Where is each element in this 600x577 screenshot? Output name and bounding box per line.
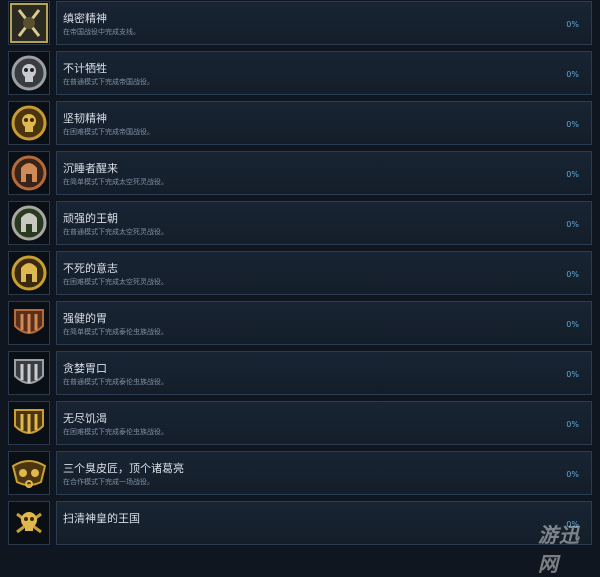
achievement-panel: 强健的胃 在简单模式下完成泰伦虫族战役。 0% — [56, 301, 592, 345]
achievement-percent: 0% — [566, 70, 579, 79]
achievement-percent: 0% — [566, 270, 579, 279]
achievement-title: 沉睡者醒来 — [63, 162, 118, 175]
achievement-percent: 0% — [566, 470, 579, 479]
achievement-description: 在普通模式下完成太空死灵战役。 — [63, 228, 168, 236]
achievement-description: 在困难模式下完成太空死灵战役。 — [63, 278, 168, 286]
achievement-row[interactable]: 贪婪胃口 在普通模式下完成泰伦虫族战役。 0% — [0, 350, 600, 396]
achievement-percent: 0% — [566, 170, 579, 179]
achievement-row[interactable]: 三个臭皮匠，顶个诸葛亮 在合作模式下完成一场战役。 0% — [0, 450, 600, 496]
achievement-title: 顽强的王朝 — [63, 212, 118, 225]
achievement-row[interactable]: 无尽饥渴 在困难模式下完成泰伦虫族战役。 0% — [0, 400, 600, 446]
achievement-description: 在简单模式下完成泰伦虫族战役。 — [63, 328, 168, 336]
gold-helmet-emblem-icon — [8, 251, 50, 295]
achievement-row[interactable]: 顽强的王朝 在普通模式下完成太空死灵战役。 0% — [0, 200, 600, 246]
achievement-description: 在帝国战役中完成支线。 — [63, 28, 140, 36]
gold-skull-shield-icon — [8, 101, 50, 145]
achievement-percent: 0% — [566, 120, 579, 129]
achievement-row[interactable]: 坚韧精神 在困难模式下完成帝国战役。 0% — [0, 100, 600, 146]
bronze-claw-shield-icon — [8, 301, 50, 345]
achievement-title: 扫清神皇的王国 — [63, 512, 140, 525]
achievement-row[interactable]: 强健的胃 在简单模式下完成泰伦虫族战役。 0% — [0, 300, 600, 346]
crossed-swords-emblem-icon — [8, 1, 50, 45]
achievement-title: 不计牺牲 — [63, 62, 107, 75]
gold-claw-shield-icon — [8, 401, 50, 445]
silver-helmet-emblem-icon — [8, 201, 50, 245]
achievement-percent: 0% — [566, 320, 579, 329]
achievement-row[interactable]: 不计牺牲 在普通模式下完成帝国战役。 0% — [0, 50, 600, 96]
gold-skull-crossbones-icon — [8, 501, 50, 545]
achievement-description: 在普通模式下完成泰伦虫族战役。 — [63, 378, 168, 386]
achievement-panel: 扫清神皇的王国 0% — [56, 501, 592, 545]
gold-chained-hands-icon — [8, 451, 50, 495]
achievement-panel: 贪婪胃口 在普通模式下完成泰伦虫族战役。 0% — [56, 351, 592, 395]
achievement-panel: 不死的意志 在困难模式下完成太空死灵战役。 0% — [56, 251, 592, 295]
achievement-row[interactable]: 沉睡者醒来 在简单模式下完成太空死灵战役。 0% — [0, 150, 600, 196]
achievement-title: 缜密精神 — [63, 12, 107, 25]
achievement-title: 贪婪胃口 — [63, 362, 107, 375]
silver-claw-shield-icon — [8, 351, 50, 395]
achievement-title: 三个臭皮匠，顶个诸葛亮 — [63, 462, 184, 475]
achievement-percent: 0% — [566, 420, 579, 429]
achievement-description: 在合作模式下完成一场战役。 — [63, 478, 154, 486]
achievement-description: 在困难模式下完成泰伦虫族战役。 — [63, 428, 168, 436]
achievement-description: 在困难模式下完成帝国战役。 — [63, 128, 154, 136]
achievement-panel: 无尽饥渴 在困难模式下完成泰伦虫族战役。 0% — [56, 401, 592, 445]
achievement-title: 不死的意志 — [63, 262, 118, 275]
achievement-row[interactable]: 不死的意志 在困难模式下完成太空死灵战役。 0% — [0, 250, 600, 296]
achievement-percent: 0% — [566, 220, 579, 229]
site-watermark: 游迅网 — [538, 523, 580, 576]
achievement-title: 强健的胃 — [63, 312, 107, 325]
achievement-panel: 顽强的王朝 在普通模式下完成太空死灵战役。 0% — [56, 201, 592, 245]
achievement-panel: 坚韧精神 在困难模式下完成帝国战役。 0% — [56, 101, 592, 145]
achievement-percent: 0% — [566, 370, 579, 379]
silver-skull-shield-icon — [8, 51, 50, 95]
achievement-panel: 三个臭皮匠，顶个诸葛亮 在合作模式下完成一场战役。 0% — [56, 451, 592, 495]
achievement-description: 在简单模式下完成太空死灵战役。 — [63, 178, 168, 186]
achievement-panel: 不计牺牲 在普通模式下完成帝国战役。 0% — [56, 51, 592, 95]
achievement-percent: 0% — [566, 20, 579, 29]
achievement-row[interactable]: 扫清神皇的王国 0% — [0, 500, 600, 546]
achievement-panel: 缜密精神 在帝国战役中完成支线。 0% — [56, 1, 592, 45]
achievement-title: 坚韧精神 — [63, 112, 107, 125]
bronze-helmet-emblem-icon — [8, 151, 50, 195]
achievement-title: 无尽饥渴 — [63, 412, 107, 425]
achievement-panel: 沉睡者醒来 在简单模式下完成太空死灵战役。 0% — [56, 151, 592, 195]
achievement-row[interactable]: 缜密精神 在帝国战役中完成支线。 0% — [0, 0, 600, 46]
achievement-description: 在普通模式下完成帝国战役。 — [63, 78, 154, 86]
